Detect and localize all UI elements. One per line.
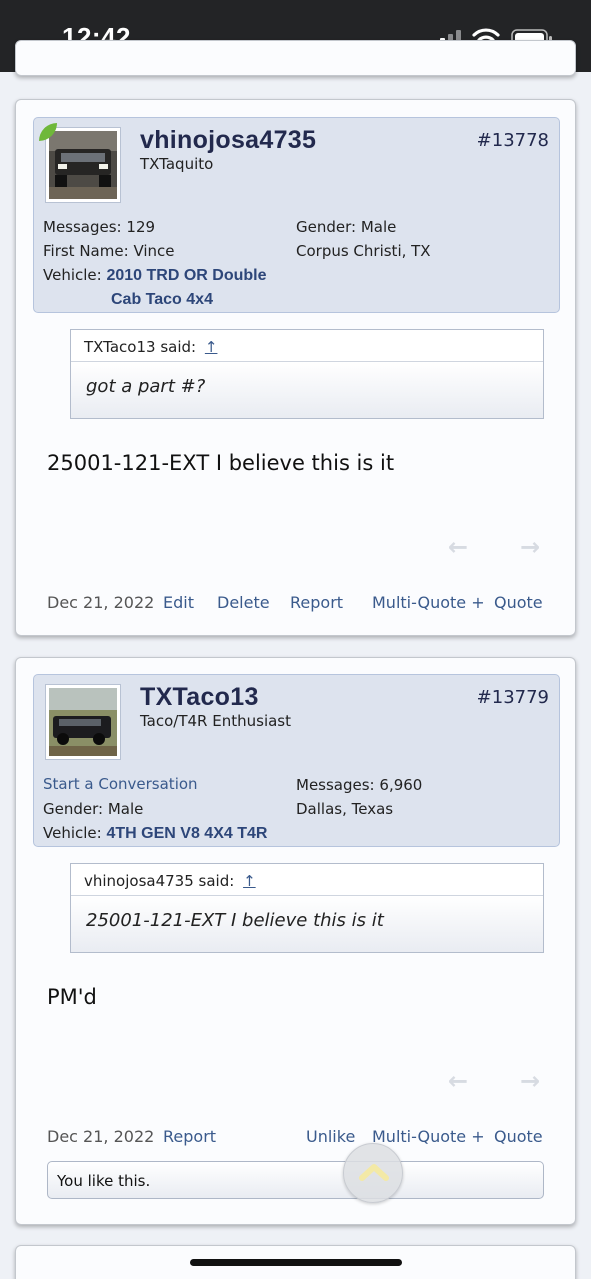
- edit-link[interactable]: Edit: [163, 593, 194, 612]
- scroll-to-top-button[interactable]: [343, 1143, 403, 1203]
- quote-text: got a part #?: [71, 362, 543, 418]
- post-card: TXTaco13 Taco/T4R Enthusiast #13779 Star…: [15, 657, 576, 1225]
- report-link[interactable]: Report: [290, 593, 343, 612]
- location: Dallas, Texas: [296, 800, 394, 818]
- quote-jump-link[interactable]: ↑: [205, 338, 218, 356]
- post-date[interactable]: Dec 21, 2022: [47, 1127, 154, 1146]
- post-date[interactable]: Dec 21, 2022: [47, 593, 154, 612]
- post-number[interactable]: #13779: [477, 687, 549, 708]
- post-message: PM'd: [47, 985, 97, 1009]
- user-title: Taco/T4R Enthusiast: [140, 712, 291, 730]
- report-link[interactable]: Report: [163, 1127, 216, 1146]
- quote-header: vhinojosa4735 said: ↑: [71, 864, 543, 896]
- prev-arrow-icon[interactable]: ←: [448, 1067, 468, 1095]
- quote-link[interactable]: Quote: [494, 593, 543, 612]
- chevron-up-icon: [359, 1164, 389, 1181]
- quote-block: TXTaco13 said: ↑ got a part #?: [70, 329, 544, 419]
- likes-summary: You like this.: [47, 1161, 544, 1199]
- previous-post-card: [15, 40, 576, 76]
- user-info-panel: vhinojosa4735 TXTaquito #13778 Messages:…: [33, 117, 560, 313]
- suv-photo: [49, 688, 117, 756]
- vehicle: Vehicle: 2010 TRD OR Double: [43, 266, 267, 284]
- next-arrow-icon[interactable]: →: [520, 533, 540, 561]
- start-conversation-link[interactable]: Start a Conversation: [43, 775, 198, 793]
- next-arrow-icon[interactable]: →: [520, 1067, 540, 1095]
- quote-block: vhinojosa4735 said: ↑ 25001-121-EXT I be…: [70, 863, 544, 953]
- quote-author: TXTaco13 said:: [84, 338, 197, 356]
- avatar[interactable]: [45, 127, 121, 203]
- quote-jump-link[interactable]: ↑: [243, 872, 256, 890]
- multi-quote-link[interactable]: Multi-Quote +: [372, 593, 485, 612]
- post-card: vhinojosa4735 TXTaquito #13778 Messages:…: [15, 99, 576, 636]
- prev-arrow-icon[interactable]: ←: [448, 533, 468, 561]
- user-title: TXTaquito: [140, 155, 214, 173]
- quote-text: 25001-121-EXT I believe this is it: [71, 896, 543, 952]
- first-name: First Name: Vince: [43, 242, 175, 260]
- username[interactable]: vhinojosa4735: [140, 126, 316, 155]
- quote-author: vhinojosa4735 said:: [84, 872, 235, 890]
- quote-header: TXTaco13 said: ↑: [71, 330, 543, 362]
- username[interactable]: TXTaco13: [140, 683, 259, 712]
- vehicle: Vehicle: 4TH GEN V8 4X4 T4R: [43, 824, 268, 842]
- user-info-panel: TXTaco13 Taco/T4R Enthusiast #13779 Star…: [33, 674, 560, 847]
- post-number[interactable]: #13778: [477, 130, 549, 151]
- messages-count: Messages: 129: [43, 218, 156, 236]
- truck-photo: [49, 131, 117, 199]
- quote-link[interactable]: Quote: [494, 1127, 543, 1146]
- gender: Gender: Male: [43, 800, 144, 818]
- post-message: 25001-121-EXT I believe this is it: [47, 451, 395, 475]
- delete-link[interactable]: Delete: [217, 593, 270, 612]
- vehicle-line-2: Cab Taco 4x4: [111, 291, 213, 308]
- gender: Gender: Male: [296, 218, 397, 236]
- location: Corpus Christi, TX: [296, 242, 431, 260]
- messages-count: Messages: 6,960: [296, 776, 423, 794]
- avatar[interactable]: [45, 684, 121, 760]
- home-indicator[interactable]: [190, 1259, 402, 1266]
